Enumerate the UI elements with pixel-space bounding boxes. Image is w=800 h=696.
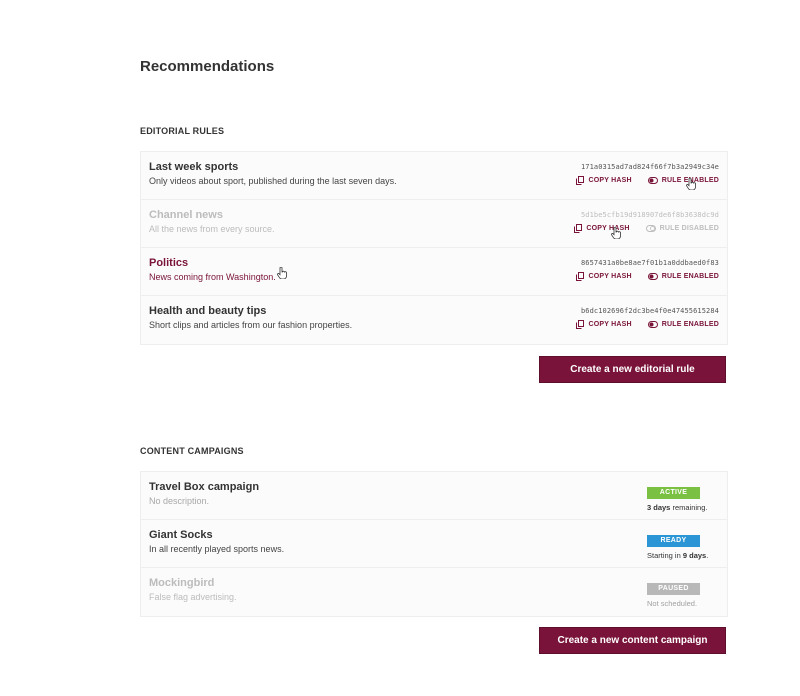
- copy-hash-button[interactable]: COPY HASH: [576, 272, 632, 281]
- rule-toggle[interactable]: RULE ENABLED: [647, 273, 719, 280]
- campaign-status-text: Starting in 9 days.: [647, 551, 709, 560]
- rule-description: Only videos about sport, published durin…: [149, 176, 397, 186]
- campaign-row: Mockingbird False flag advertising. PAUS…: [141, 568, 727, 616]
- rule-description: All the news from every source.: [149, 224, 275, 234]
- copy-hash-button[interactable]: COPY HASH: [576, 176, 632, 185]
- copy-icon: [576, 176, 585, 185]
- campaign-title: Giant Socks: [149, 529, 213, 541]
- page-title: Recommendations: [140, 58, 275, 75]
- hand-pointer-icon: [611, 227, 621, 239]
- rule-description: News coming from Washington.: [149, 272, 276, 282]
- copy-icon: [576, 320, 585, 329]
- rule-title: Last week sports: [149, 161, 239, 173]
- editorial-rules-label: EDITORIAL RULES: [140, 126, 225, 136]
- editorial-rules-list: Last week sports Only videos about sport…: [140, 151, 728, 345]
- rule-hash: 171a0315ad7ad824f66f7b3a2949c34e: [580, 163, 719, 171]
- content-campaigns-label: CONTENT CAMPAIGNS: [140, 446, 244, 456]
- rule-description: Short clips and articles from our fashio…: [149, 320, 353, 330]
- campaign-description: In all recently played sports news.: [149, 544, 285, 554]
- rule-toggle[interactable]: RULE ENABLED: [647, 321, 719, 328]
- rule-status-label: RULE ENABLED: [661, 273, 719, 280]
- toggle-on-icon: [647, 321, 658, 328]
- campaign-row: Travel Box campaign No description. ACTI…: [141, 472, 727, 520]
- editorial-rule-row: Health and beauty tips Short clips and a…: [141, 296, 727, 344]
- copy-hash-label: COPY HASH: [588, 177, 632, 184]
- content-campaigns-list: Travel Box campaign No description. ACTI…: [140, 471, 728, 617]
- campaign-title: Mockingbird: [149, 577, 215, 589]
- rule-toggle[interactable]: RULE DISABLED: [645, 225, 719, 232]
- editorial-rule-row: Channel news All the news from every sou…: [141, 200, 727, 248]
- create-editorial-rule-button[interactable]: Create a new editorial rule: [539, 356, 726, 383]
- rule-title: Politics: [149, 257, 189, 269]
- copy-hash-label: COPY HASH: [588, 273, 632, 280]
- status-badge: ACTIVE: [647, 487, 700, 499]
- hand-pointer-icon: [686, 178, 696, 190]
- copy-hash-label: COPY HASH: [588, 321, 632, 328]
- copy-hash-button[interactable]: COPY HASH: [574, 224, 629, 233]
- create-content-campaign-button[interactable]: Create a new content campaign: [539, 627, 726, 654]
- campaign-title: Travel Box campaign: [149, 481, 260, 493]
- copy-icon: [574, 224, 583, 233]
- hand-pointer-icon: [277, 267, 287, 279]
- campaign-row: Giant Socks In all recently played sport…: [141, 520, 727, 568]
- editorial-rule-row: Politics News coming from Washington. 86…: [141, 248, 727, 296]
- copy-hash-label: COPY HASH: [586, 225, 630, 232]
- campaign-status-text: Not scheduled.: [647, 599, 698, 608]
- rule-status-label: RULE ENABLED: [661, 321, 719, 328]
- toggle-on-icon: [647, 177, 658, 184]
- rule-hash: 8657431a0be8ae7f01b1a0ddbaed0f83: [580, 259, 719, 267]
- rule-hash: b6dc102696f2dc3be4f0e47455615284: [580, 307, 719, 315]
- campaign-description: No description.: [149, 496, 210, 506]
- status-badge: READY: [647, 535, 700, 547]
- rule-status-label: RULE DISABLED: [659, 225, 719, 232]
- editorial-rule-row: Last week sports Only videos about sport…: [141, 152, 727, 200]
- rule-title: Health and beauty tips: [149, 305, 267, 317]
- campaign-description: False flag advertising.: [149, 592, 237, 602]
- toggle-on-icon: [647, 273, 658, 280]
- rule-title: Channel news: [149, 209, 223, 221]
- rule-toggle[interactable]: RULE ENABLED: [647, 177, 719, 184]
- toggle-off-icon: [645, 225, 656, 232]
- status-badge: PAUSED: [647, 583, 700, 595]
- copy-hash-button[interactable]: COPY HASH: [576, 320, 632, 329]
- rule-hash: 5d1be5cfb19d918907de6f8b3638dc9d: [580, 211, 719, 219]
- copy-icon: [576, 272, 585, 281]
- campaign-status-text: 3 days remaining.: [647, 503, 708, 512]
